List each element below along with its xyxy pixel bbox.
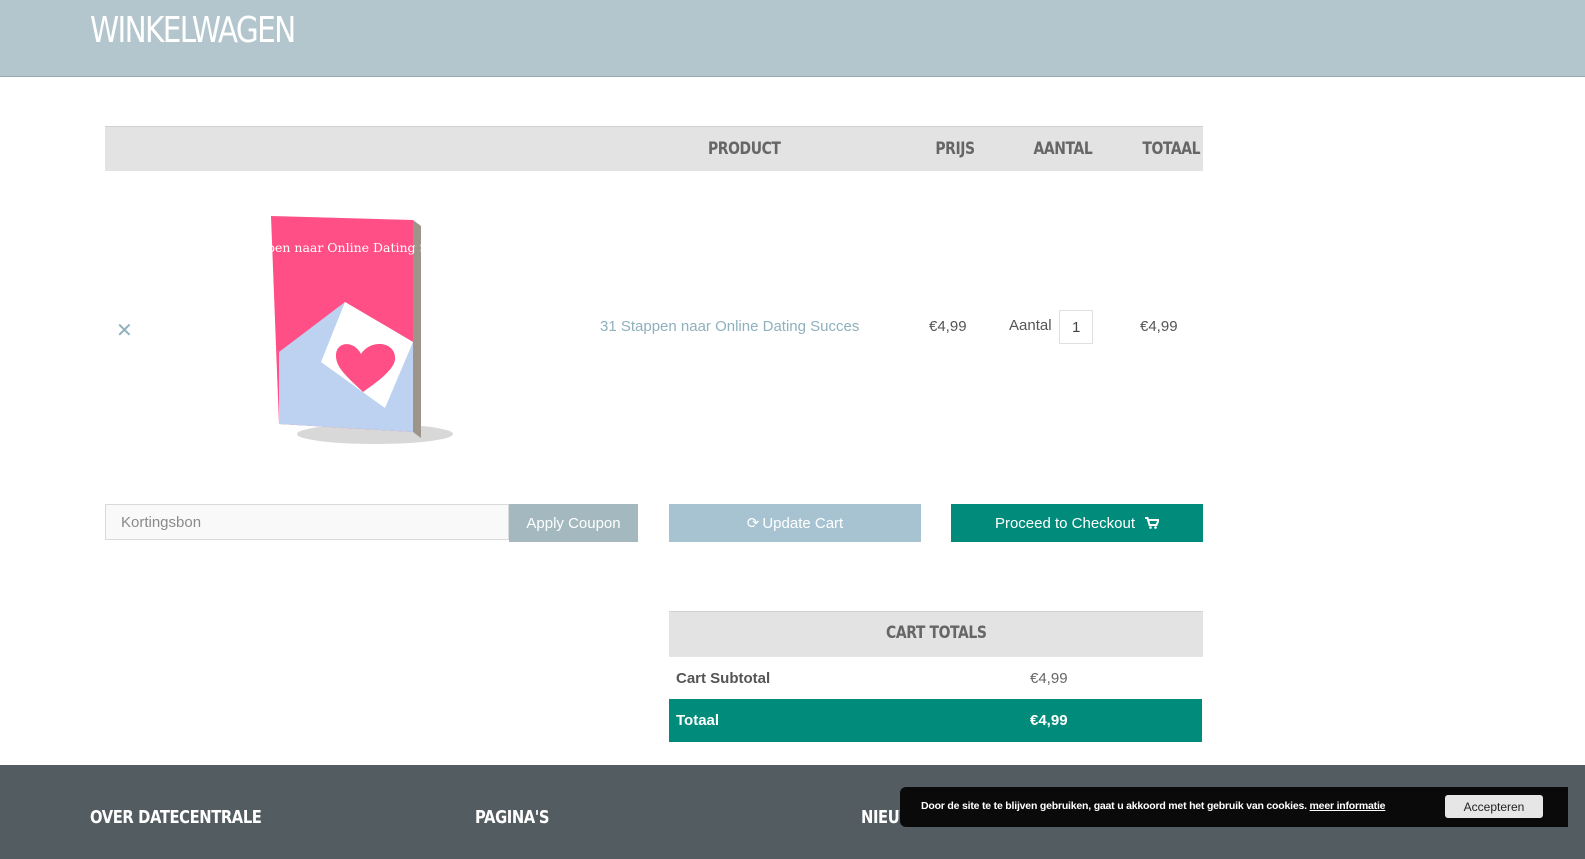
book-cover-title: 31 Stappen naar Online Dating Succes <box>265 240 455 255</box>
subtotal-value: €4,99 <box>1030 670 1068 687</box>
footer-heading-pages: PAGINA'S <box>475 807 550 828</box>
product-price: €4,99 <box>929 318 967 335</box>
cart-total-row: Totaal €4,99 <box>669 699 1202 742</box>
cookie-more-info-link[interactable]: meer informatie <box>1310 800 1386 812</box>
product-name-link[interactable]: 31 Stappen naar Online Dating Succes <box>600 318 859 335</box>
column-price: PRIJS <box>935 139 975 159</box>
remove-item-icon[interactable]: ✕ <box>116 318 133 343</box>
page-title: WINKELWAGEN <box>90 10 296 51</box>
proceed-to-checkout-button[interactable]: Proceed to Checkout <box>951 504 1203 542</box>
cookie-accept-button[interactable]: Accepteren <box>1445 795 1543 818</box>
column-quantity: AANTAL <box>1033 139 1093 159</box>
apply-coupon-button[interactable]: Apply Coupon <box>509 504 638 542</box>
cookie-message: Door de site te te blijven gebruiken, ga… <box>921 800 1386 812</box>
cookie-consent-bar: Door de site te te blijven gebruiken, ga… <box>900 787 1568 827</box>
checkout-label: Proceed to Checkout <box>994 514 1136 532</box>
cookie-text: Door de site te te blijven gebruiken, ga… <box>921 800 1307 812</box>
quantity-input[interactable] <box>1059 310 1093 344</box>
total-value: €4,99 <box>1030 712 1068 729</box>
shopping-cart-icon <box>1145 517 1160 529</box>
column-product: PRODUCT <box>707 139 781 159</box>
cart-subtotal-row: Cart Subtotal €4,99 <box>669 656 1203 699</box>
column-total: TOTAAL <box>1142 139 1201 159</box>
refresh-icon: ⟳ <box>746 515 760 532</box>
cart-totals-header: CART TOTALS <box>669 611 1203 656</box>
quantity-label: Aantal <box>1009 317 1052 334</box>
cart-totals-title: CART TOTALS <box>885 623 987 643</box>
total-label: Totaal <box>676 712 720 729</box>
product-total: €4,99 <box>1140 318 1178 335</box>
subtotal-label: Cart Subtotal <box>676 670 771 687</box>
page-header: WINKELWAGEN <box>0 0 1585 77</box>
coupon-input[interactable] <box>105 504 509 540</box>
cart-table-header: PRODUCT PRIJS AANTAL TOTAAL <box>105 126 1203 171</box>
footer-heading-about: OVER DATECENTRALE <box>90 807 262 828</box>
product-thumbnail[interactable]: 31 Stappen naar Online Dating Succes <box>265 212 455 454</box>
update-cart-button[interactable]: ⟳ Update Cart <box>669 504 921 542</box>
update-cart-label: Update Cart <box>762 514 844 532</box>
